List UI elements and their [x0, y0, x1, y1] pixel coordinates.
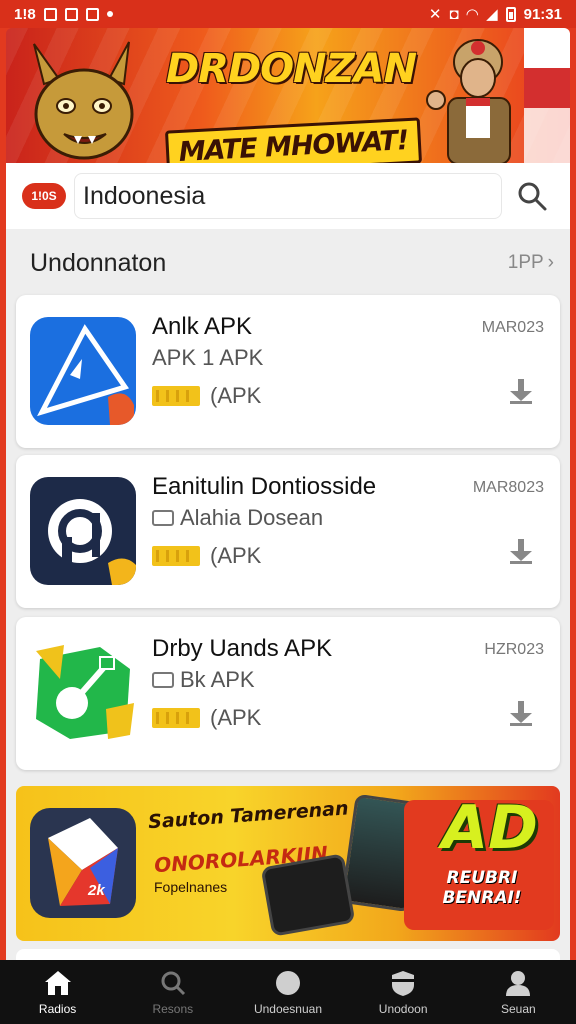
- promo-icon-label: 2k: [88, 882, 105, 899]
- developer-icon: [152, 510, 174, 526]
- status-right: ✕ ◘ ◠ ◢ 91:31: [428, 5, 562, 24]
- app-date: HZR023: [484, 641, 544, 658]
- developer-icon: [152, 672, 174, 688]
- bluetooth-icon: ✕: [428, 6, 442, 23]
- app-developer-label: Bk APK: [180, 667, 255, 692]
- app-name: Eanitulin Dontiosside: [152, 473, 377, 500]
- nav-label: Unodoon: [378, 1001, 428, 1016]
- mail-icon: [85, 7, 99, 21]
- search-input[interactable]: [74, 173, 502, 219]
- dot-icon: [106, 11, 113, 17]
- app-type: (APK: [210, 383, 262, 408]
- main-panel: 1!0S Undonnaton 1PP › Anlk APK APK 1 APK…: [6, 163, 570, 963]
- letter-a-app-icon[interactable]: [30, 477, 136, 585]
- promo-app-icon[interactable]: 2k: [30, 808, 136, 918]
- hero-banner[interactable]: DRDONZAN MATE MHOWAT!: [6, 28, 570, 163]
- promo-badge-text: REUBRI BENRAI!: [442, 868, 522, 908]
- mascot-illustration-icon: [33, 41, 134, 160]
- search-bar: 1!0S: [6, 163, 570, 229]
- soldier-illustration-icon: [426, 39, 511, 163]
- app-card[interactable]: Anlk APK APK 1 APK (APK MAR023: [16, 295, 560, 448]
- gallery-icon: [64, 7, 78, 21]
- banner-title: DRDONZAN: [165, 46, 417, 92]
- vibrate-icon: ◘: [449, 5, 459, 23]
- download-icon[interactable]: [508, 537, 534, 565]
- app-developer: Bk APK: [152, 667, 255, 693]
- download-icon[interactable]: [508, 699, 534, 727]
- wifi-icon: ◠: [466, 6, 479, 23]
- phone-illustration-icon: [260, 853, 356, 937]
- app-name: Drby Uands APK: [152, 635, 333, 662]
- rating-stars-icon: [152, 708, 200, 728]
- search-icon[interactable]: [516, 180, 548, 212]
- app-date: MAR8023: [472, 479, 544, 496]
- status-clock: 91:31: [523, 5, 562, 23]
- app-card[interactable]: Eanitulin Dontiosside Alahia Dosean (APK…: [16, 455, 560, 608]
- app-card[interactable]: Drby Uands APK Bk APK (APK HZR023: [16, 617, 560, 770]
- bottom-navigation: Radios Resons Undoesnuan Unodoon Seuan: [0, 960, 576, 1024]
- status-time-left: 1!8: [14, 5, 36, 23]
- nav-item-discover[interactable]: Undoesnuan: [233, 969, 343, 1016]
- rating-stars-icon: [152, 386, 200, 406]
- promo-banner[interactable]: 2k Sauton Tamerenan ONOROLARKIIN Fopelna…: [16, 786, 560, 941]
- app-developer-label: Alahia Dosean: [180, 505, 324, 530]
- app-type: (APK: [210, 543, 262, 568]
- battery-icon: [505, 6, 516, 22]
- nav-label: Undoesnuan: [253, 1001, 322, 1016]
- app-rating: (APK: [152, 543, 261, 569]
- see-more-link[interactable]: 1PP ›: [508, 252, 554, 274]
- envelope-app-icon: [48, 818, 118, 906]
- status-left: 1!8: [14, 6, 113, 23]
- brand-logo: 1!0S: [22, 183, 66, 209]
- notification-icon: [43, 7, 57, 21]
- nav-label: Radios: [38, 1001, 77, 1016]
- shield-icon: [392, 970, 415, 996]
- app-developer-label: APK 1 APK: [152, 345, 264, 370]
- app-type: (APK: [210, 705, 262, 730]
- promo-tag: Fopelnanes: [154, 879, 227, 895]
- signal-icon: ◢: [486, 6, 498, 23]
- guitar-app-icon[interactable]: [30, 639, 136, 747]
- promo-tag-label: Fopelnanes: [154, 879, 228, 895]
- app-rating: (APK: [152, 705, 261, 731]
- app-developer: APK 1 APK: [152, 345, 263, 371]
- section-title: Undonnaton: [30, 248, 167, 277]
- search-icon: [161, 971, 185, 995]
- app-rating: (APK: [152, 383, 261, 409]
- nav-label: Seuan: [500, 1001, 536, 1016]
- promo-badge-title: AD: [441, 793, 538, 863]
- nav-item-search[interactable]: Resons: [118, 969, 228, 1016]
- home-icon: [44, 970, 71, 995]
- status-bar: 1!8 ✕ ◘ ◠ ◢ 91:31: [0, 0, 576, 28]
- app-date: MAR023: [481, 319, 544, 336]
- section-header: Undonnaton 1PP ›: [6, 233, 570, 293]
- promo-headline: Sauton Tamerenan: [147, 797, 350, 834]
- profile-icon: [506, 970, 531, 996]
- triangle-app-icon[interactable]: [30, 317, 136, 425]
- download-icon[interactable]: [508, 377, 534, 405]
- app-developer: Alahia Dosean: [152, 505, 323, 531]
- flag-icon: [524, 28, 570, 163]
- chevron-right-icon: ›: [547, 252, 554, 273]
- nav-item-home[interactable]: Radios: [3, 969, 113, 1016]
- nav-label: Resons: [152, 1001, 194, 1016]
- rating-stars-icon: [152, 546, 200, 566]
- circle-icon: [275, 970, 300, 995]
- nav-item-library[interactable]: Unodoon: [348, 969, 458, 1016]
- nav-item-profile[interactable]: Seuan: [463, 969, 573, 1016]
- see-more-label: 1PP: [507, 252, 544, 273]
- app-name: Anlk APK: [152, 313, 253, 340]
